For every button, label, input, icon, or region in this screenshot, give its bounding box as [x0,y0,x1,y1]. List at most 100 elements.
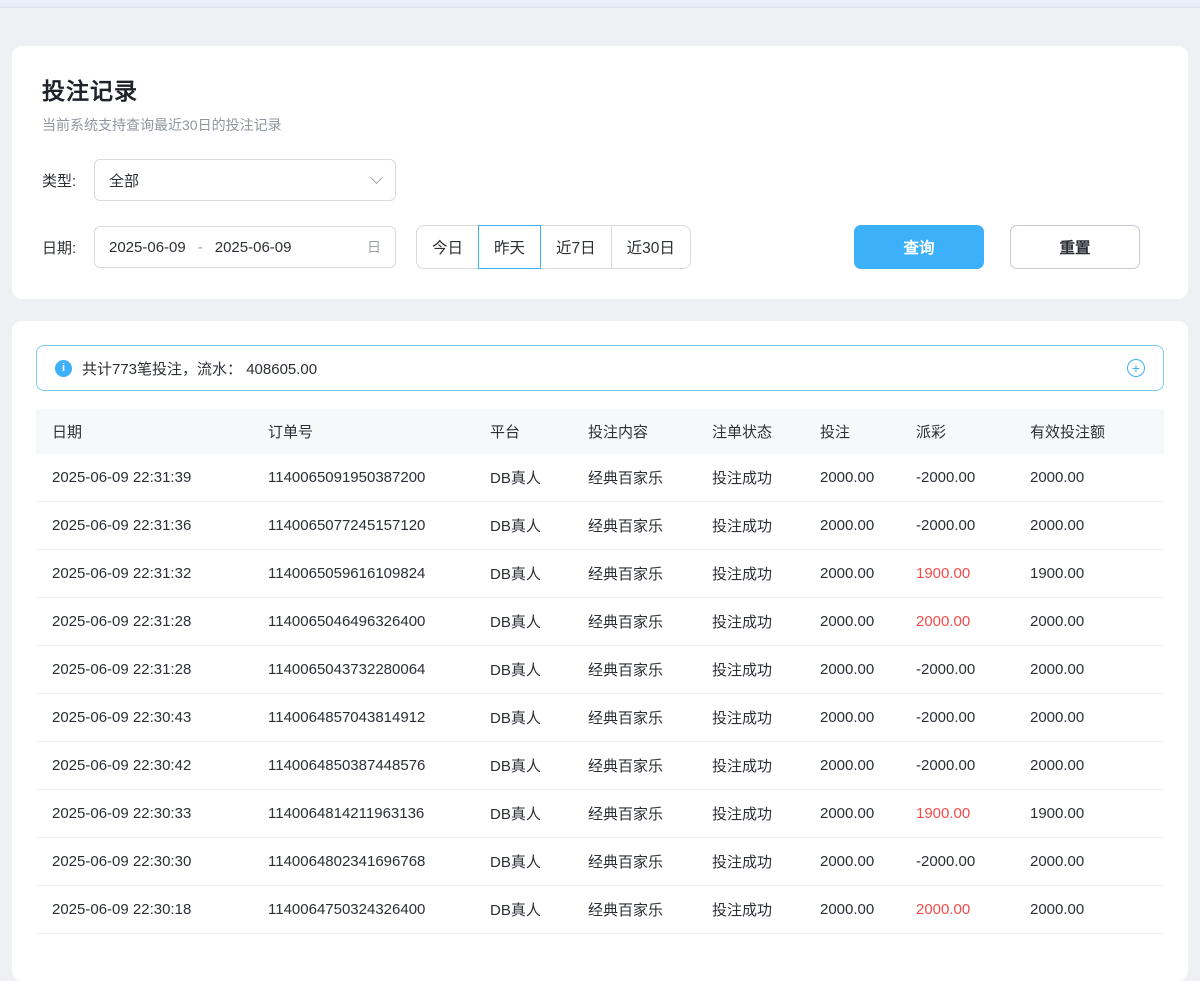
quick-range-group: 今日昨天近7日近30日 [416,225,691,269]
cell-order_no: 1140064850387448576 [252,742,474,790]
date-label: 日期: [42,237,94,258]
cell-valid_bet: 1900.00 [1014,790,1164,838]
cell-payout: 1900.00 [900,550,1014,598]
cell-status: 投注成功 [696,742,804,790]
cell-date: 2025-06-09 22:30:18 [36,886,252,934]
cell-valid_bet: 2000.00 [1014,886,1164,934]
quick-range-button-2[interactable]: 近7日 [540,225,612,269]
cell-payout: 2000.00 [900,886,1014,934]
cell-payout: -2000.00 [900,838,1014,886]
cell-valid_bet: 2000.00 [1014,598,1164,646]
page-title: 投注记录 [42,72,1158,106]
cell-order_no: 1140065077245157120 [252,502,474,550]
date-end-value[interactable]: 2025-06-09 [215,239,292,256]
cell-status: 投注成功 [696,694,804,742]
cell-content: 经典百家乐 [572,598,696,646]
table-row: 2025-06-09 22:31:281140065043732280064DB… [36,646,1164,694]
cell-order_no: 1140065043732280064 [252,646,474,694]
type-select[interactable]: 全部 [94,159,396,201]
records-card: i 共计773笔投注，流水： 408605.00 + 日期订单号平台投注内容注单… [12,321,1188,981]
cell-bet: 2000.00 [804,838,900,886]
cell-date: 2025-06-09 22:30:30 [36,838,252,886]
cell-bet: 2000.00 [804,550,900,598]
top-strip [0,0,1200,8]
cell-payout: -2000.00 [900,646,1014,694]
date-separator: - [198,239,203,256]
cell-date: 2025-06-09 22:30:43 [36,694,252,742]
cell-payout: 1900.00 [900,790,1014,838]
cell-platform: DB真人 [474,598,572,646]
expand-plus-icon[interactable]: + [1127,359,1145,377]
cell-content: 经典百家乐 [572,742,696,790]
cell-date: 2025-06-09 22:30:42 [36,742,252,790]
date-start-value[interactable]: 2025-06-09 [109,239,186,256]
column-header: 投注内容 [572,409,696,454]
table-header-row: 日期订单号平台投注内容注单状态投注派彩有效投注额 [36,409,1164,454]
type-label: 类型: [42,170,94,191]
cell-order_no: 1140065059616109824 [252,550,474,598]
cell-platform: DB真人 [474,742,572,790]
cell-valid_bet: 1900.00 [1014,550,1164,598]
cell-date: 2025-06-09 22:31:32 [36,550,252,598]
column-header: 注单状态 [696,409,804,454]
quick-range-button-1[interactable]: 昨天 [478,225,541,269]
date-filter-row: 日期: 2025-06-09 - 2025-06-09 日 今日昨天近7日近30… [42,225,1158,269]
cell-content: 经典百家乐 [572,502,696,550]
cell-date: 2025-06-09 22:31:28 [36,646,252,694]
cell-valid_bet: 2000.00 [1014,454,1164,502]
cell-content: 经典百家乐 [572,838,696,886]
cell-bet: 2000.00 [804,598,900,646]
type-filter-row: 类型: 全部 [42,159,1158,201]
cell-platform: DB真人 [474,502,572,550]
cell-platform: DB真人 [474,838,572,886]
reset-button[interactable]: 重置 [1010,225,1140,269]
cell-bet: 2000.00 [804,742,900,790]
query-button[interactable]: 查询 [854,225,984,269]
column-header: 订单号 [252,409,474,454]
cell-bet: 2000.00 [804,886,900,934]
cell-platform: DB真人 [474,886,572,934]
quick-range-button-3[interactable]: 近30日 [611,225,691,269]
cell-platform: DB真人 [474,694,572,742]
cell-order_no: 1140064750324326400 [252,886,474,934]
cell-status: 投注成功 [696,838,804,886]
cell-order_no: 1140064802341696768 [252,838,474,886]
column-header: 平台 [474,409,572,454]
cell-bet: 2000.00 [804,454,900,502]
column-header: 投注 [804,409,900,454]
cell-bet: 2000.00 [804,790,900,838]
cell-payout: -2000.00 [900,742,1014,790]
bet-table: 日期订单号平台投注内容注单状态投注派彩有效投注额 2025-06-09 22:3… [36,409,1164,934]
cell-platform: DB真人 [474,646,572,694]
cell-platform: DB真人 [474,550,572,598]
cell-content: 经典百家乐 [572,886,696,934]
cell-valid_bet: 2000.00 [1014,742,1164,790]
cell-content: 经典百家乐 [572,550,696,598]
cell-order_no: 1140064814211963136 [252,790,474,838]
cell-valid_bet: 2000.00 [1014,646,1164,694]
cell-date: 2025-06-09 22:31:36 [36,502,252,550]
quick-range-button-0[interactable]: 今日 [416,225,479,269]
page-subtitle: 当前系统支持查询最近30日的投注记录 [42,115,1158,135]
summary-text: 共计773笔投注，流水： 408605.00 [82,358,317,379]
date-range-picker[interactable]: 2025-06-09 - 2025-06-09 日 [94,226,396,268]
chevron-down-icon [370,171,383,184]
cell-date: 2025-06-09 22:31:28 [36,598,252,646]
filter-card: 投注记录 当前系统支持查询最近30日的投注记录 类型: 全部 日期: 2025-… [12,46,1188,299]
cell-bet: 2000.00 [804,694,900,742]
cell-status: 投注成功 [696,454,804,502]
cell-payout: -2000.00 [900,454,1014,502]
table-row: 2025-06-09 22:31:281140065046496326400DB… [36,598,1164,646]
cell-valid_bet: 2000.00 [1014,838,1164,886]
column-header: 派彩 [900,409,1014,454]
cell-payout: -2000.00 [900,694,1014,742]
page: 投注记录 当前系统支持查询最近30日的投注记录 类型: 全部 日期: 2025-… [0,46,1200,981]
cell-content: 经典百家乐 [572,694,696,742]
table-row: 2025-06-09 22:30:421140064850387448576DB… [36,742,1164,790]
cell-status: 投注成功 [696,790,804,838]
table-row: 2025-06-09 22:30:431140064857043814912DB… [36,694,1164,742]
column-header: 日期 [36,409,252,454]
table-row: 2025-06-09 22:31:321140065059616109824DB… [36,550,1164,598]
table-row: 2025-06-09 22:31:391140065091950387200DB… [36,454,1164,502]
column-header: 有效投注额 [1014,409,1164,454]
